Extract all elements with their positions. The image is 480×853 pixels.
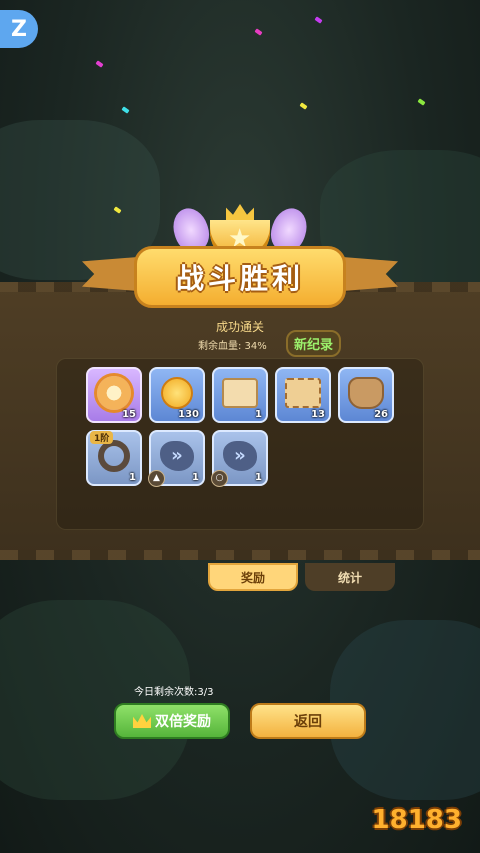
sack-icon <box>348 376 384 409</box>
reward-qty: 1 <box>129 472 136 483</box>
reward-item-scroll[interactable]: 1 <box>212 367 268 423</box>
reward-item-ring[interactable]: 1阶 1 <box>86 430 142 486</box>
confetti <box>254 28 263 36</box>
reward-item-coin[interactable]: 130 <box>149 367 205 423</box>
tab-stats[interactable]: 统计 <box>305 563 395 591</box>
tier-badge: 1阶 <box>90 431 114 444</box>
confetti <box>314 16 323 24</box>
confetti <box>95 60 104 68</box>
tab-rewards[interactable]: 奖励 <box>208 563 298 591</box>
reward-qty: 26 <box>374 409 388 420</box>
reward-qty: 1 <box>255 409 262 420</box>
victory-title: 战斗胜利 <box>175 262 304 295</box>
map-icon <box>285 377 321 408</box>
double-reward-label: 双倍奖励 <box>155 714 211 730</box>
back-button[interactable]: 返回 <box>250 703 366 739</box>
ring-icon <box>98 439 130 472</box>
rune-icon: » <box>223 440 257 471</box>
rune-icon: » <box>160 440 194 471</box>
reward-item-rune-ring[interactable]: » ○ 1 <box>211 430 268 487</box>
remaining-hp-text: 剩余血量: 34% <box>198 341 267 352</box>
background-foliage <box>0 600 190 800</box>
confetti <box>417 98 426 106</box>
reward-qty: 1 <box>192 472 199 483</box>
reward-qty: 13 <box>311 409 325 420</box>
corner-badge[interactable]: Z <box>0 10 38 48</box>
reward-item-map[interactable]: 13 <box>275 367 331 423</box>
reward-item-sack[interactable]: 26 <box>338 367 394 423</box>
reward-item-rune-armor[interactable]: » ▲ 1 <box>148 430 205 487</box>
remaining-attempts-text: 今日剩余次数:3/3 <box>134 687 214 698</box>
back-label: 返回 <box>294 714 322 730</box>
double-reward-button[interactable]: 双倍奖励 <box>114 703 230 739</box>
reward-qty: 15 <box>122 409 136 420</box>
confetti <box>121 106 130 114</box>
crown-icon <box>133 714 151 728</box>
confetti <box>299 102 308 110</box>
new-record-badge: 新纪录 <box>286 330 342 357</box>
coin-icon <box>161 376 193 409</box>
reward-qty: 130 <box>178 409 199 420</box>
reward-qty: 1 <box>255 472 262 483</box>
flower-icon <box>97 375 131 410</box>
reward-item-flower[interactable]: 15 <box>86 367 142 423</box>
armor-slot-icon: ▲ <box>148 470 165 487</box>
ring-slot-icon: ○ <box>211 470 228 487</box>
site-watermark-logo: 18183 <box>371 805 462 835</box>
victory-banner: 战斗胜利 <box>134 246 346 308</box>
scroll-icon <box>222 377 258 408</box>
stage-cleared-text: 成功通关 <box>215 320 264 334</box>
